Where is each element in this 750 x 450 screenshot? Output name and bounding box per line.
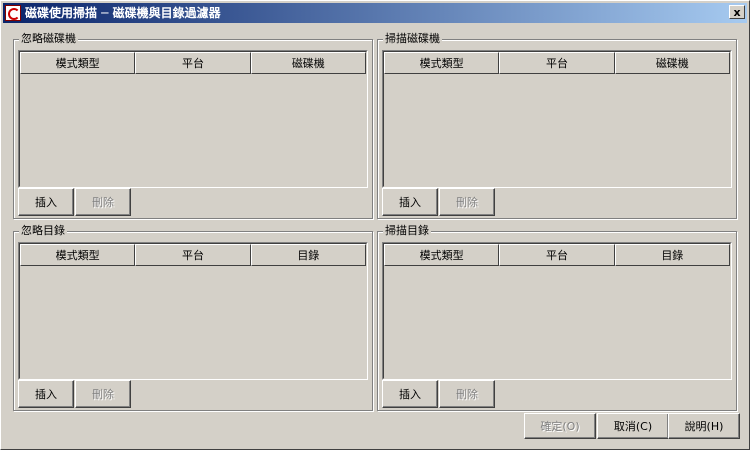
- ignore-directories-table-body: 模式類型 平台 目錄: [19, 243, 367, 379]
- scan-drives-table[interactable]: 模式類型 平台 磁碟機: [382, 50, 732, 188]
- ok-button[interactable]: 確定(O): [524, 413, 596, 439]
- ignore-drives-label: 忽略磁碟機: [19, 32, 78, 46]
- column-header-drive[interactable]: 磁碟機: [614, 52, 730, 74]
- window-title: 磁碟使用掃描 ─ 磁碟機與目錄過濾器: [25, 6, 221, 20]
- ignore-directories-header: 模式類型 平台 目錄: [20, 244, 366, 266]
- ignore-drives-delete-button[interactable]: 刪除: [75, 188, 131, 216]
- scan-drives-delete-button[interactable]: 刪除: [439, 188, 495, 216]
- scan-directories-insert-button[interactable]: 插入: [382, 380, 438, 408]
- app-icon: [5, 5, 21, 21]
- column-header-pattern-type[interactable]: 模式類型: [20, 52, 136, 74]
- ignore-directories-delete-button[interactable]: 刪除: [75, 380, 131, 408]
- scan-drives-table-body: 模式類型 平台 磁碟機: [383, 51, 731, 187]
- close-button[interactable]: x: [729, 5, 745, 19]
- column-header-platform[interactable]: 平台: [499, 52, 615, 74]
- scan-drives-insert-button[interactable]: 插入: [382, 188, 438, 216]
- scan-directories-table[interactable]: 模式類型 平台 目錄: [382, 242, 732, 380]
- column-header-platform[interactable]: 平台: [135, 244, 251, 266]
- scan-directories-delete-button[interactable]: 刪除: [439, 380, 495, 408]
- column-header-directory[interactable]: 目錄: [614, 244, 730, 266]
- column-header-pattern-type[interactable]: 模式類型: [384, 52, 500, 74]
- column-header-platform[interactable]: 平台: [135, 52, 251, 74]
- ignore-drives-insert-button[interactable]: 插入: [18, 188, 74, 216]
- column-header-pattern-type[interactable]: 模式類型: [384, 244, 500, 266]
- title-bar[interactable]: 磁碟使用掃描 ─ 磁碟機與目錄過濾器 x: [3, 3, 747, 23]
- ignore-drives-group: 忽略磁碟機 模式類型 平台 磁碟機 插入 刪除: [13, 32, 373, 219]
- ignore-directories-insert-button[interactable]: 插入: [18, 380, 74, 408]
- ignore-drives-header: 模式類型 平台 磁碟機: [20, 52, 366, 74]
- cancel-button[interactable]: 取消(C): [597, 413, 669, 439]
- scan-directories-header: 模式類型 平台 目錄: [384, 244, 730, 266]
- ignore-directories-group: 忽略目錄 模式類型 平台 目錄 插入 刪除: [13, 224, 373, 411]
- ignore-directories-label: 忽略目錄: [19, 224, 67, 238]
- scan-drives-group: 掃描磁碟機 模式類型 平台 磁碟機 插入 刪除: [377, 32, 737, 219]
- scan-directories-table-body: 模式類型 平台 目錄: [383, 243, 731, 379]
- help-button[interactable]: 說明(H): [668, 413, 740, 439]
- column-header-drive[interactable]: 磁碟機: [250, 52, 366, 74]
- scan-drives-label: 掃描磁碟機: [383, 32, 442, 46]
- close-icon: x: [733, 5, 741, 19]
- ignore-drives-table-body: 模式類型 平台 磁碟機: [19, 51, 367, 187]
- ignore-drives-table[interactable]: 模式類型 平台 磁碟機: [18, 50, 368, 188]
- scan-directories-label: 掃描目錄: [383, 224, 431, 238]
- column-header-directory[interactable]: 目錄: [250, 244, 366, 266]
- ignore-directories-table[interactable]: 模式類型 平台 目錄: [18, 242, 368, 380]
- column-header-platform[interactable]: 平台: [499, 244, 615, 266]
- scan-drives-header: 模式類型 平台 磁碟機: [384, 52, 730, 74]
- scan-directories-group: 掃描目錄 模式類型 平台 目錄 插入 刪除: [377, 224, 737, 411]
- column-header-pattern-type[interactable]: 模式類型: [20, 244, 136, 266]
- filter-dialog: 磁碟使用掃描 ─ 磁碟機與目錄過濾器 x 忽略磁碟機 模式類型 平台 磁碟機 插…: [0, 0, 750, 450]
